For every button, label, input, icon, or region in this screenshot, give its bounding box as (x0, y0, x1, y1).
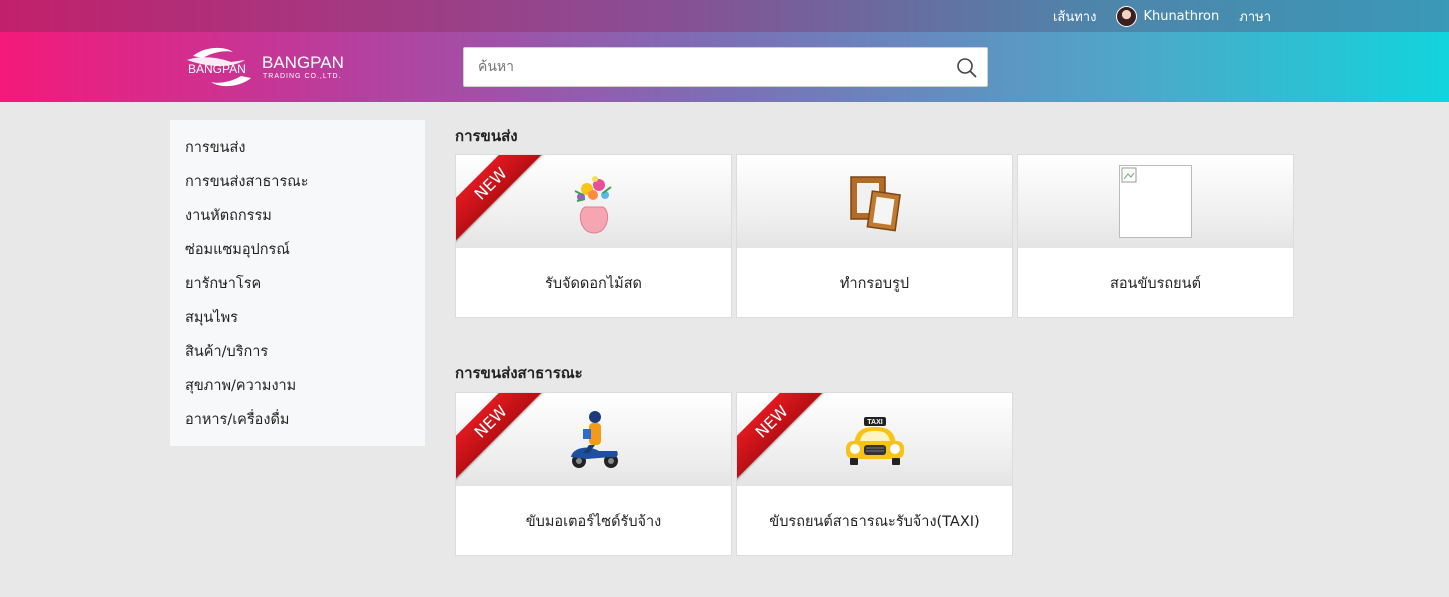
section-title: การขนส่ง (455, 127, 518, 145)
taxi-sign-text: TAXI (867, 419, 882, 426)
flower-vase-icon (574, 176, 612, 234)
top-links: เส้นทาง Khunathron ภาษา (1033, 0, 1271, 32)
search-box (463, 47, 988, 87)
taxi-icon: TAXI (845, 417, 904, 465)
section-title: การขนส่งสาธารณะ (455, 364, 583, 382)
header: BANGPAN BANGPAN TRADING CO.,LTD. (0, 32, 1449, 102)
card-label: สอนขับรถยนต์ (1110, 275, 1201, 292)
service-card[interactable]: TAXI NEW ขับรถยนต์สาธารณะรับจ้าง(TAXI) (736, 392, 1013, 556)
card-label: ขับมอเตอร์ไซด์รับจ้าง (525, 513, 662, 530)
logo-mark: BANGPAN BANGPAN TRADING CO.,LTD. (187, 47, 344, 87)
user-name: Khunathron (1143, 8, 1220, 24)
sidebar-item[interactable]: การขนส่ง (170, 136, 425, 170)
service-card[interactable]: NEW รับจัดดอกไม้สด (455, 154, 732, 318)
new-badge: NEW (737, 393, 827, 483)
search-input[interactable] (464, 48, 944, 86)
sidebar-item[interactable]: ซ่อมแซมอุปกรณ์ (170, 238, 425, 272)
service-card[interactable]: สอนขับรถยนต์ (1017, 154, 1294, 318)
card-label: รับจัดดอกไม้สด (545, 275, 642, 292)
new-ribbon: NEW (456, 393, 546, 483)
top-bar: เส้นทาง Khunathron ภาษา (0, 0, 1449, 32)
broken-image-icon (1119, 165, 1192, 238)
motorbike-taxi-icon (570, 411, 618, 468)
new-badge: NEW (456, 155, 546, 245)
sidebar-item[interactable]: งานหัตถกรรม (170, 204, 425, 238)
sidebar-item[interactable]: สมุนไพร (170, 306, 425, 340)
avatar (1116, 5, 1138, 27)
sidebar-item[interactable]: การขนส่งสาธารณะ (170, 170, 425, 204)
sidebar-item[interactable]: อาหาร/เครื่องดื่ม (170, 408, 425, 442)
sidebar-item[interactable]: สินค้า/บริการ (170, 340, 425, 374)
sidebar-item[interactable]: ยารักษาโรค (170, 272, 425, 306)
card-label: ขับรถยนต์สาธารณะรับจ้าง(TAXI) (769, 513, 980, 530)
service-card[interactable]: ทำกรอบรูป (736, 154, 1013, 318)
card-image-area (737, 155, 1012, 248)
logo-subtitle: TRADING CO.,LTD. (263, 73, 341, 80)
new-badge: NEW (456, 393, 546, 483)
logo-name: BANGPAN (262, 53, 344, 72)
logo-text: BANGPAN (188, 62, 246, 76)
new-ribbon: NEW (456, 155, 546, 245)
sidebar-item[interactable]: สุขภาพ/ความงาม (170, 374, 425, 408)
user-menu[interactable]: Khunathron (1116, 5, 1220, 27)
search-icon[interactable] (955, 56, 979, 80)
logo[interactable]: BANGPAN BANGPAN TRADING CO.,LTD. (185, 44, 355, 90)
category-sidebar: การขนส่ง การขนส่งสาธารณะ งานหัตถกรรม ซ่อ… (170, 120, 425, 446)
route-link[interactable]: เส้นทาง (1053, 6, 1096, 27)
card-label: ทำกรอบรูป (839, 275, 910, 292)
new-ribbon: NEW (737, 393, 827, 483)
card-image-area (1018, 155, 1293, 248)
service-card[interactable]: NEW ขับมอเตอร์ไซด์รับจ้าง (455, 392, 732, 556)
picture-frame-icon (849, 176, 901, 232)
language-link[interactable]: ภาษา (1239, 6, 1271, 27)
